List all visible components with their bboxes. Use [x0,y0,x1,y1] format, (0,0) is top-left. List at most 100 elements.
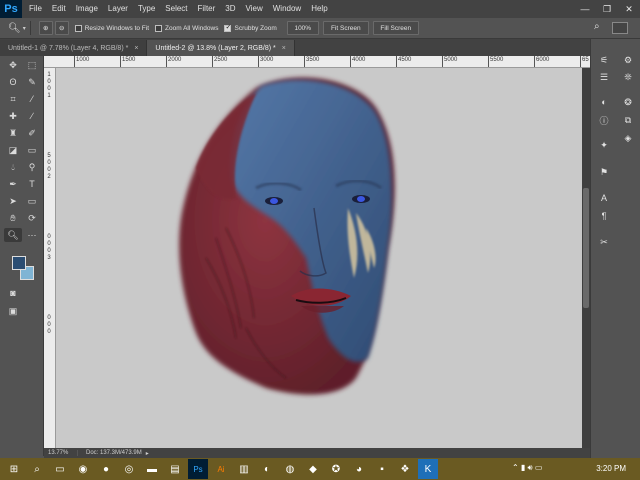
taskbar-clock[interactable]: 3:20 PM [596,458,626,480]
zoom-tool-icon[interactable]: 🔍︎ [8,23,21,34]
search-icon[interactable]: ⌕ [27,459,47,479]
brush-panel-icon[interactable]: ✦ [596,138,612,152]
app-icon[interactable]: ❖ [395,459,415,479]
app-icon[interactable]: ▥ [234,459,254,479]
app-icon[interactable]: ✪ [326,459,346,479]
ruler-tick [350,56,351,67]
scrollbar-thumb[interactable] [583,188,589,308]
eyedropper-tool-icon[interactable]: ⁄ [23,92,41,106]
dodge-tool-icon[interactable]: ⚲ [23,160,41,174]
foreground-color-fill[interactable] [12,256,26,270]
marquee-tool-icon[interactable]: ⬚ [23,58,41,72]
menu-filter[interactable]: Filter [193,0,221,18]
photoshop-taskbar-icon[interactable]: Ps [188,459,208,479]
tab-untitled-1[interactable]: Untitled-1 @ 7.78% (Layer 4, RGB/8) * × [0,40,148,56]
crop-tool-icon[interactable]: ⌗ [4,92,22,106]
history-panel-icon[interactable]: ⚟ [596,53,612,67]
move-tool-icon[interactable]: ✥ [4,58,22,72]
zoom-tool-icon[interactable]: 🔍︎ [4,228,22,242]
file-explorer-icon[interactable]: ▬ [142,459,162,479]
paragraph-panel-icon[interactable]: ¶ [596,209,612,223]
close-button[interactable]: ✕ [618,4,640,15]
close-icon[interactable]: × [282,45,286,52]
task-view-icon[interactable]: ▭ [50,459,70,479]
chrome-icon[interactable]: ◉ [73,459,93,479]
more-tools-icon[interactable]: ⋯ [23,228,41,242]
type-tool-icon[interactable]: T [23,177,41,191]
history-brush-tool-icon[interactable]: ✐ [23,126,41,140]
store-icon[interactable]: ▤ [165,459,185,479]
fill-screen-button[interactable]: Fill Screen [372,21,419,35]
horizontal-ruler: 1000 1500 2000 2500 3000 3500 4000 4500 5000 5500… [44,56,590,68]
channels-panel-icon[interactable]: ⧉ [620,113,636,127]
eraser-tool-icon[interactable]: ◪ [4,143,22,157]
menu-help[interactable]: Help [306,0,332,18]
properties-panel-icon[interactable]: ☰ [596,70,612,84]
tool-presets-icon[interactable]: ⚑ [596,165,612,179]
app-icon[interactable]: ◕ [349,459,369,479]
resize-windows-label: Resize Windows to Fit [84,24,150,32]
brush-tool-icon[interactable]: ∕ [23,109,41,123]
firefox-alt-icon[interactable]: ◐ [257,459,277,479]
info-panel-icon[interactable]: ⓘ [596,113,612,127]
search-icon[interactable]: ⌕ [594,21,600,32]
ruler-tick [488,56,489,67]
menu-window[interactable]: Window [268,0,306,18]
lasso-tool-icon[interactable]: ʘ [4,75,22,89]
illustrator-taskbar-icon[interactable]: Ai [211,459,231,479]
media-icon[interactable]: ◎ [119,459,139,479]
close-icon[interactable]: × [134,45,138,52]
character-panel-icon[interactable]: A [596,191,612,205]
fit-screen-button[interactable]: Fit Screen [322,21,369,35]
menu-select[interactable]: Select [160,0,192,18]
path-select-tool-icon[interactable]: ➤ [4,194,22,208]
zoom-value-button[interactable]: 100% [286,21,319,35]
tray-icons[interactable]: ⌃ ▮ 🔊︎ ▭ [512,463,542,473]
quick-select-tool-icon[interactable]: ✎ [23,75,41,89]
healing-brush-tool-icon[interactable]: ✚ [4,109,22,123]
hand-tool-icon[interactable]: ✋︎ [4,211,22,225]
adjustments-panel-icon[interactable]: ◐ [596,95,612,109]
swatches-panel-icon[interactable]: ❊ [620,70,636,84]
gradient-tool-icon[interactable]: ▭ [23,143,41,157]
app-icon[interactable]: ▪ [372,459,392,479]
firefox-icon[interactable]: ● [96,459,116,479]
blur-tool-icon[interactable]: 💧︎ [4,160,22,174]
clone-stamp-tool-icon[interactable]: ♜ [4,126,22,140]
status-menu-arrow-icon[interactable]: ▸ [146,450,149,457]
minimize-button[interactable]: — [574,4,596,14]
document-canvas[interactable] [56,68,582,448]
menu-type[interactable]: Type [133,0,160,18]
restore-button[interactable]: ❐ [596,4,618,15]
workspace-switcher-icon[interactable] [612,22,628,34]
tools-panel-icon[interactable]: ✂ [596,235,612,249]
navigator-panel-icon[interactable]: ⚙ [620,53,636,67]
menu-file[interactable]: File [24,0,47,18]
zoom-out-button[interactable]: ⊖ [54,21,69,35]
rotate-view-tool-icon[interactable]: ⟳ [23,211,41,225]
app-icon[interactable]: K [418,459,438,479]
tab-untitled-2[interactable]: Untitled-2 @ 13.8% (Layer 2, RGB/8) * × [147,40,295,56]
tool-preset-dropdown-icon[interactable]: ▾ [23,25,26,32]
game-icon[interactable]: ◆ [303,459,323,479]
pen-tool-icon[interactable]: ✒ [4,177,22,191]
start-icon[interactable]: ⊞ [4,459,24,479]
menu-image[interactable]: Image [71,0,103,18]
zoom-all-checkbox[interactable] [155,24,163,32]
resize-windows-checkbox[interactable] [74,24,82,32]
quick-mask-icon[interactable]: ◙ [4,286,22,300]
ruler-label: 6000 [536,57,550,63]
menu-layer[interactable]: Layer [103,0,133,18]
menu-edit[interactable]: Edit [47,0,71,18]
zoom-level-field[interactable]: 13.77% [44,450,78,456]
screen-mode-icon[interactable]: ▣ [4,304,22,318]
layers-panel-icon[interactable]: ◈ [620,131,636,145]
tools-panel: ✥ ⬚ ʘ ✎ ⌗ ⁄ ✚ ∕ ♜ ✐ ◪ ▭ 💧︎ ⚲ ✒ T ➤ ▭ ✋︎ … [0,56,44,456]
menu-3d[interactable]: 3D [220,0,240,18]
scrubby-zoom-checkbox[interactable] [224,23,232,32]
menu-view[interactable]: View [241,0,268,18]
zoom-in-button[interactable]: ⊕ [38,21,53,35]
globe-icon[interactable]: ◍ [280,459,300,479]
shape-tool-icon[interactable]: ▭ [23,194,41,208]
styles-panel-icon[interactable]: ❂ [620,95,636,109]
